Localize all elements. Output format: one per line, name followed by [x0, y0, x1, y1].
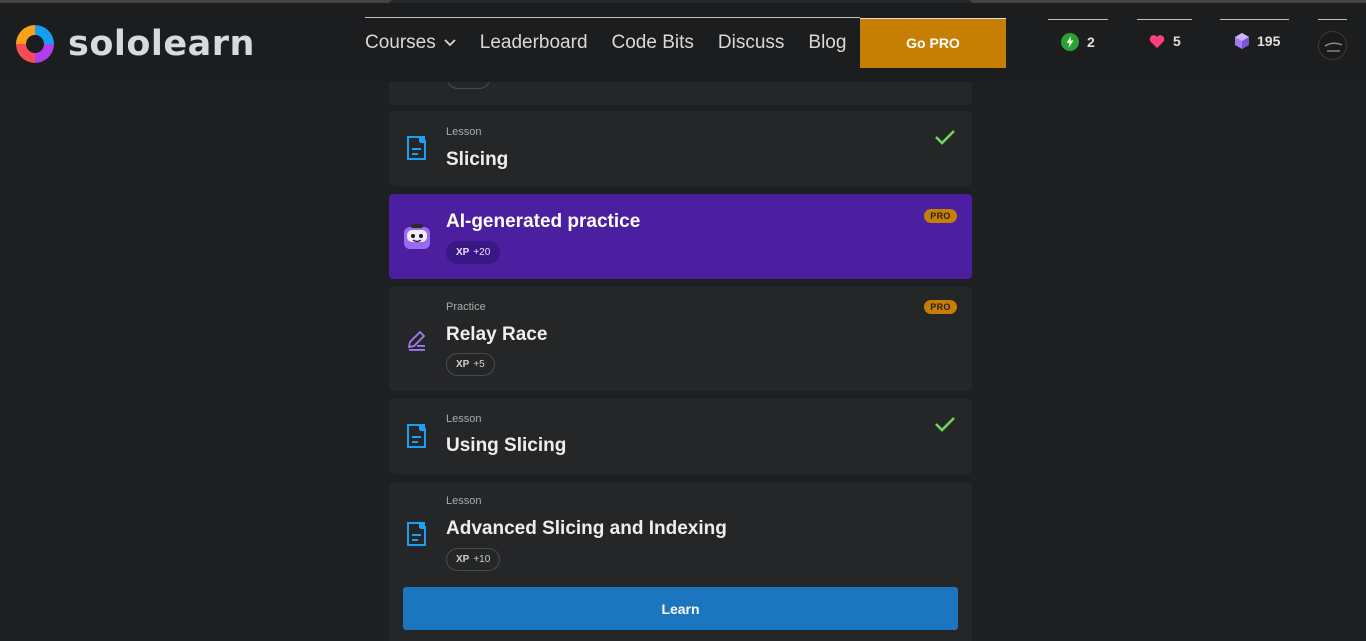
- hearts-divider: [1137, 19, 1192, 20]
- lesson-type-label: Lesson: [446, 495, 482, 507]
- lesson-type-label: Lesson: [446, 126, 482, 138]
- xp-value: +5: [473, 359, 485, 370]
- hearts-counter[interactable]: 5: [1149, 33, 1181, 49]
- gems-value: 195: [1257, 33, 1281, 49]
- xp-value: +20: [473, 247, 491, 258]
- streak-value: 2: [1087, 34, 1095, 50]
- lesson-title: Using Slicing: [446, 435, 567, 456]
- learn-button[interactable]: Learn: [403, 587, 958, 630]
- lesson-title: Slicing: [446, 149, 509, 170]
- lightning-icon: [1061, 33, 1079, 51]
- nav-divider: [365, 17, 860, 18]
- nav-courses[interactable]: Courses: [365, 31, 456, 55]
- chevron-down-icon: [444, 39, 456, 47]
- sololearn-logo[interactable]: sololearn: [12, 21, 255, 67]
- check-icon: [935, 130, 955, 145]
- avatar[interactable]: [1318, 31, 1347, 60]
- lesson-card-relay-race[interactable]: Practice Relay Race PRO XP +5: [389, 287, 972, 391]
- nav-code-bits[interactable]: Code Bits: [612, 31, 694, 55]
- go-pro-button[interactable]: Go PRO: [860, 18, 1006, 68]
- check-icon: [935, 417, 955, 432]
- lesson-doc-icon: [407, 522, 426, 546]
- pro-badge: PRO: [924, 209, 957, 223]
- lesson-doc-icon: [407, 136, 426, 160]
- nav-leaderboard[interactable]: Leaderboard: [480, 31, 588, 55]
- lesson-card-slicing[interactable]: Lesson Slicing: [389, 111, 972, 186]
- pencil-icon: [407, 330, 426, 351]
- xp-label: XP: [456, 554, 470, 565]
- nav-blog[interactable]: Blog: [808, 31, 846, 55]
- lesson-title: Advanced Slicing and Indexing: [446, 518, 727, 539]
- xp-badge: XP +5: [446, 353, 495, 376]
- sololearn-logo-icon: [16, 25, 54, 63]
- xp-badge: XP +10: [446, 548, 501, 571]
- robot-face-icon: [404, 224, 430, 249]
- gem-icon: [1235, 33, 1249, 49]
- xp-value: +10: [473, 554, 491, 565]
- avatar-image: [1319, 32, 1346, 59]
- pro-badge: PRO: [924, 300, 957, 314]
- avatar-divider: [1318, 19, 1347, 20]
- lesson-type-label: Lesson: [446, 413, 482, 425]
- hearts-value: 5: [1173, 33, 1181, 49]
- nav-discuss[interactable]: Discuss: [718, 31, 785, 55]
- nav-courses-label: Courses: [365, 32, 436, 53]
- gems-divider: [1220, 19, 1289, 20]
- lesson-title: Relay Race: [446, 324, 548, 345]
- streak-divider: [1048, 19, 1108, 20]
- streak-counter[interactable]: 2: [1061, 33, 1095, 51]
- gems-counter[interactable]: 195: [1235, 33, 1280, 49]
- xp-label: XP: [456, 247, 470, 258]
- brand-name: sololearn: [68, 24, 255, 64]
- heart-icon: [1149, 34, 1165, 48]
- lesson-card-using-slicing[interactable]: Lesson Using Slicing: [389, 399, 972, 474]
- lesson-title: AI-generated practice: [446, 211, 641, 232]
- main-nav: Courses Leaderboard Code Bits Discuss Bl…: [365, 31, 870, 55]
- lesson-doc-icon: [407, 424, 426, 448]
- xp-label: XP: [456, 359, 470, 370]
- lesson-type-label: Practice: [446, 301, 486, 313]
- lesson-card-ai-practice[interactable]: AI-generated practice PRO XP +20: [389, 194, 972, 279]
- top-header: sololearn Courses Leaderboard Code Bits …: [0, 3, 1366, 82]
- xp-badge: XP +20: [446, 241, 501, 264]
